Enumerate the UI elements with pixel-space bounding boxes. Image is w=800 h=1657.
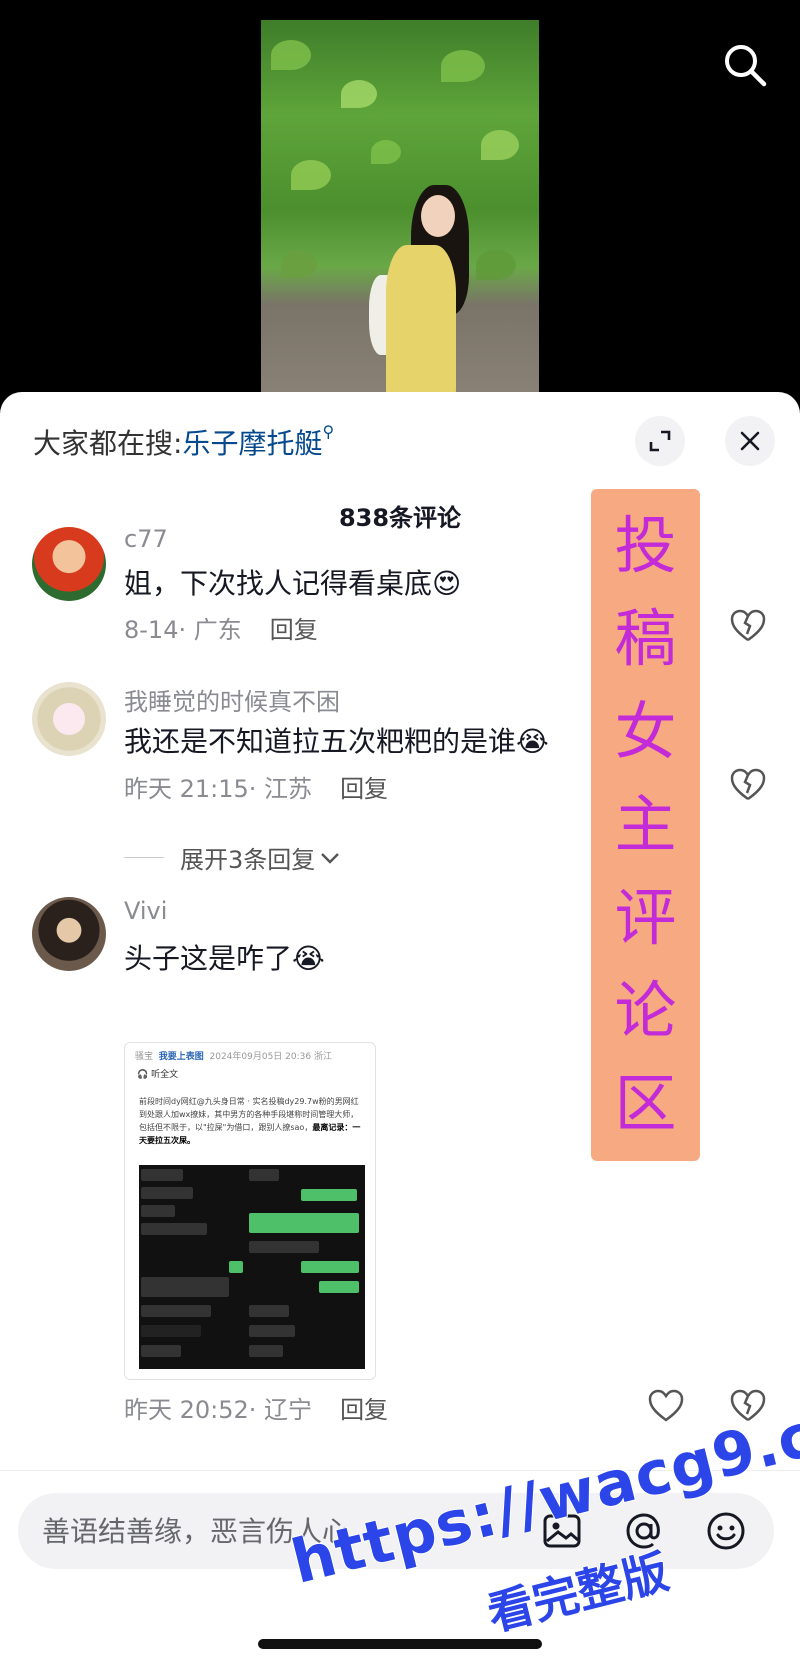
- image-header-time: 2024年09月05日 20:36 浙江: [209, 1052, 332, 1062]
- image-header-user: 骚宝: [135, 1052, 154, 1062]
- divider-line: [124, 857, 164, 858]
- banner-char: 区: [614, 1067, 677, 1141]
- reply-button[interactable]: 回复: [340, 1396, 388, 1424]
- search-suggestion-prefix: 大家都在搜:: [33, 427, 183, 460]
- video-player[interactable]: [0, 0, 800, 400]
- avatar[interactable]: [32, 527, 106, 601]
- banner-char: 女: [614, 694, 677, 768]
- comment-date-location: 8-14· 广东: [124, 616, 242, 644]
- dislike-icon[interactable]: [728, 765, 768, 805]
- listen-text: 听全文: [151, 1070, 179, 1080]
- comment-date-location: 昨天 21:15· 江苏: [124, 775, 313, 803]
- submission-banner: 投 稿 女 主 评 论 区: [591, 489, 700, 1161]
- expand-icon: [649, 430, 671, 452]
- small-search-icon: ⚲: [322, 422, 335, 441]
- image-paragraph: 前段时间dy网红@九头身日常 · 实名投稿dy29.7w粉的男网红到处跟人加wx…: [139, 1095, 365, 1147]
- banner-char: 稿: [614, 601, 677, 675]
- chat-screenshot: [139, 1165, 365, 1369]
- image-header-tag: 我要上表图: [158, 1052, 204, 1062]
- reply-button[interactable]: 回复: [270, 616, 318, 644]
- comment-meta: 昨天 21:15· 江苏 回复: [124, 769, 388, 804]
- comment-text: 姐，下次找人记得看桌底😍: [124, 567, 462, 600]
- comment-text: 头子这是咋了😭: [124, 942, 325, 975]
- avatar[interactable]: [32, 897, 106, 971]
- expand-sheet-button[interactable]: [635, 416, 685, 466]
- listen-label: 🎧 听全文: [137, 1070, 179, 1080]
- close-icon: [740, 431, 760, 451]
- image-header: 骚宝 我要上表图 2024年09月05日 20:36 浙江: [135, 1049, 332, 1062]
- dislike-icon[interactable]: [728, 606, 768, 646]
- comment-attached-image[interactable]: 骚宝 我要上表图 2024年09月05日 20:36 浙江 🎧 听全文 前段时间…: [124, 1042, 376, 1380]
- search-suggestion[interactable]: 大家都在搜:乐子摩托艇⚲: [33, 422, 334, 462]
- expand-replies-label: 展开3条回复: [180, 846, 316, 874]
- comment-meta: 昨天 20:52· 辽宁 回复: [124, 1390, 388, 1425]
- emoji-icon[interactable]: [704, 1509, 748, 1553]
- comment-username[interactable]: c77: [124, 525, 168, 553]
- person-dress: [386, 245, 456, 400]
- close-sheet-button[interactable]: [725, 416, 775, 466]
- chevron-down-icon: [321, 852, 340, 864]
- expand-replies-button[interactable]: 展开3条回复: [124, 840, 341, 875]
- like-heart-icon[interactable]: [646, 1386, 686, 1426]
- banner-char: 主: [614, 787, 677, 861]
- comment-meta: 8-14· 广东 回复: [124, 610, 318, 645]
- video-thumbnail[interactable]: [261, 20, 539, 400]
- comment-text: 我还是不知道拉五次粑粑的是谁😭: [124, 725, 549, 758]
- comment-date-location: 昨天 20:52· 辽宁: [124, 1396, 313, 1424]
- person-face: [421, 195, 455, 237]
- reply-button[interactable]: 回复: [340, 775, 388, 803]
- banner-char: 投: [614, 508, 677, 582]
- search-icon[interactable]: [720, 40, 770, 90]
- avatar[interactable]: [32, 682, 106, 756]
- banner-char: 评: [614, 881, 677, 955]
- banner-char: 论: [614, 974, 677, 1048]
- comment-username[interactable]: 我睡觉的时候真不困: [124, 682, 340, 717]
- comment-username[interactable]: Vivi: [124, 897, 167, 925]
- search-suggestion-keyword[interactable]: 乐子摩托艇: [182, 427, 322, 460]
